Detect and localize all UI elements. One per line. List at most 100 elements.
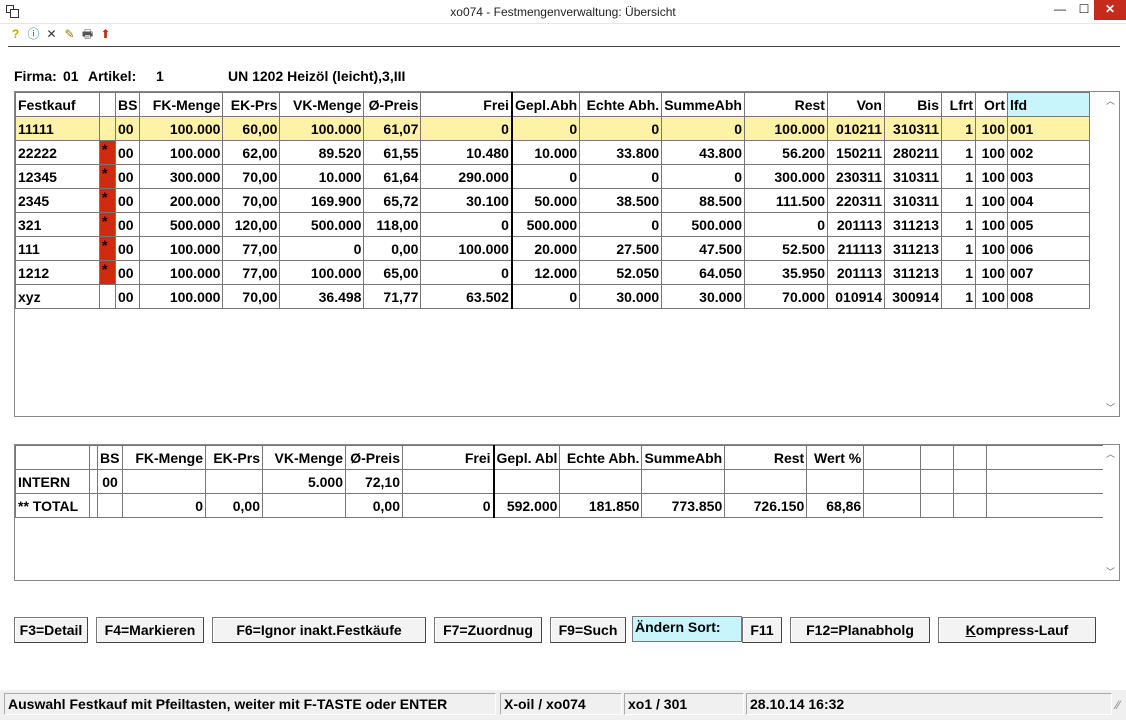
table-cell: 11111	[15, 116, 100, 141]
column-header[interactable]: Bis	[883, 92, 942, 117]
marker-cell: *	[99, 260, 116, 285]
table-cell: 00	[114, 212, 141, 237]
table-row[interactable]: 321 * 00 500.000 120,00 500.000 118,00 0 500.000…	[15, 212, 1090, 237]
kompress-lauf-button[interactable]: Kompress-Lauf	[938, 617, 1096, 643]
column-header[interactable]: SummeAbh	[661, 92, 745, 117]
marker-cell: *	[99, 212, 116, 237]
product-description: UN 1202 Heizöl (leicht),3,III	[228, 68, 406, 84]
sort-field[interactable]: Ändern Sort:	[632, 616, 742, 642]
f7-zuordnung-button[interactable]: F7=Zuordnug	[434, 617, 542, 643]
table-cell: 65,00	[363, 260, 422, 285]
table-cell: 10.000	[510, 140, 581, 165]
column-header[interactable]: Von	[826, 92, 885, 117]
festkauf-grid[interactable]: Festkauf BS FK-Menge EK-Prs VK-Menge Ø-Preis F…	[14, 91, 1120, 417]
summary-scroll-down-icon[interactable]: ﹀	[1106, 565, 1115, 578]
table-cell: 61,55	[363, 140, 422, 165]
table-cell: 005	[1006, 212, 1090, 237]
column-header[interactable]: FK-Menge	[139, 92, 224, 117]
table-cell: 12.000	[510, 260, 581, 285]
summary-scrollbar[interactable]: ︿ ﹀	[1103, 445, 1119, 580]
column-header[interactable]: Lfrt	[940, 92, 976, 117]
table-cell: 88.500	[661, 188, 745, 213]
help-icon[interactable]: ?	[8, 27, 23, 42]
column-header[interactable]: Rest	[743, 92, 828, 117]
table-cell: 0	[420, 212, 513, 237]
table-cell: 60,00	[222, 116, 281, 141]
scroll-up-icon[interactable]: ︿	[1106, 94, 1115, 107]
table-cell: 77,00	[222, 260, 281, 285]
table-cell: 100.000	[139, 284, 224, 309]
table-row[interactable]: 1212 * 00 100.000 77,00 100.000 65,00 0 12.000 52…	[15, 260, 1090, 285]
table-row[interactable]: 12345 * 00 300.000 70,00 10.000 61,64 290.000 0 0…	[15, 164, 1090, 189]
summary-header-row: BS FK-Menge EK-Prs VK-Menge Ø-Preis Frei Gepl.…	[15, 445, 1105, 470]
column-header[interactable]: Ort	[974, 92, 1008, 117]
summary-grid[interactable]: BS FK-Menge EK-Prs VK-Menge Ø-Preis Frei Gepl.…	[14, 444, 1120, 581]
f6-ignor-button[interactable]: F6=Ignor inakt.Festkäufe	[212, 617, 426, 643]
status-bar: Auswahl Festkauf mit Pfeiltasten, weiter…	[0, 690, 1126, 720]
table-cell: 100	[974, 188, 1008, 213]
f12-planabholg-button[interactable]: F12=Planabholg	[790, 617, 930, 643]
scroll-down-icon[interactable]: ﹀	[1106, 401, 1115, 414]
resize-grip-icon[interactable]: ⁄⁄	[1116, 698, 1120, 712]
delete-icon[interactable]: ✕	[44, 27, 59, 42]
column-header[interactable]: EK-Prs	[222, 92, 281, 117]
f11-button[interactable]: F11	[742, 617, 782, 643]
table-row[interactable]: 22222 * 00 100.000 62,00 89.520 61,55 10.480 10.…	[15, 140, 1090, 165]
table-cell: 010914	[826, 284, 885, 309]
column-header[interactable]: lfd	[1006, 92, 1090, 117]
info-icon[interactable]: ⓘ	[26, 27, 41, 42]
table-cell: 1	[940, 140, 976, 165]
status-program: X-oil / xo074	[500, 693, 622, 715]
column-header[interactable]: Echte Abh.	[579, 92, 663, 117]
f4-markieren-button[interactable]: F4=Markieren	[96, 617, 204, 643]
export-icon[interactable]: ⬆	[98, 27, 113, 42]
column-header[interactable]: Festkauf	[15, 92, 100, 117]
f3-detail-button[interactable]: F3=Detail	[14, 617, 88, 643]
column-header[interactable]: VK-Menge	[279, 92, 365, 117]
summary-column-header	[953, 445, 988, 470]
summary-column-header: FK-Menge	[122, 445, 206, 470]
table-cell: 30.100	[420, 188, 513, 213]
summary-cell	[953, 469, 988, 494]
summary-cell	[262, 493, 346, 518]
table-cell: 002	[1006, 140, 1090, 165]
table-cell: 201113	[826, 212, 885, 237]
table-cell: 0	[661, 164, 745, 189]
table-row[interactable]: 11111 00 100.000 60,00 100.000 61,07 0 0 0 0 100.0…	[15, 116, 1090, 141]
summary-column-header	[920, 445, 955, 470]
summary-scroll-up-icon[interactable]: ︿	[1106, 447, 1115, 460]
column-header[interactable]: Gepl.Abh	[510, 92, 581, 117]
table-cell: 64.050	[661, 260, 745, 285]
print-icon[interactable]: 🖶	[80, 27, 95, 42]
table-cell: 77,00	[222, 236, 281, 261]
table-cell: 118,00	[363, 212, 422, 237]
f9-such-button[interactable]: F9=Such	[550, 617, 626, 643]
column-header[interactable]	[99, 92, 116, 117]
table-cell: 100	[974, 140, 1008, 165]
table-row[interactable]: xyz 00 100.000 70,00 36.498 71,77 63.502 0 30.00…	[15, 284, 1090, 309]
tools-icon[interactable]: ✎	[62, 27, 77, 42]
table-cell: 20.000	[510, 236, 581, 261]
table-cell: 100	[974, 284, 1008, 309]
vertical-scrollbar[interactable]: ︿ ﹀	[1103, 92, 1119, 416]
column-header[interactable]: Ø-Preis	[363, 92, 422, 117]
table-cell: 1	[940, 260, 976, 285]
table-cell: 500.000	[279, 212, 365, 237]
table-row[interactable]: 111 * 00 100.000 77,00 0 0,00 100.000 20.000 27.5…	[15, 236, 1090, 261]
summary-cell: 0,00	[205, 493, 263, 518]
table-row[interactable]: 2345 * 00 200.000 70,00 169.900 65,72 30.100 50.…	[15, 188, 1090, 213]
close-button[interactable]: ✕	[1094, 0, 1126, 20]
column-header[interactable]: Frei	[420, 92, 513, 117]
summary-column-header: Ø-Preis	[345, 445, 403, 470]
artikel-value: 1	[156, 68, 164, 84]
summary-cell	[863, 469, 922, 494]
table-cell: 0	[279, 236, 365, 261]
table-cell: 27.500	[579, 236, 663, 261]
table-cell: 1	[940, 116, 976, 141]
table-cell: 70,00	[222, 284, 281, 309]
table-cell: 201113	[826, 260, 885, 285]
table-cell: 100.000	[139, 236, 224, 261]
table-cell: 100.000	[279, 260, 365, 285]
column-header[interactable]: BS	[114, 92, 141, 117]
table-cell: 100.000	[279, 116, 365, 141]
